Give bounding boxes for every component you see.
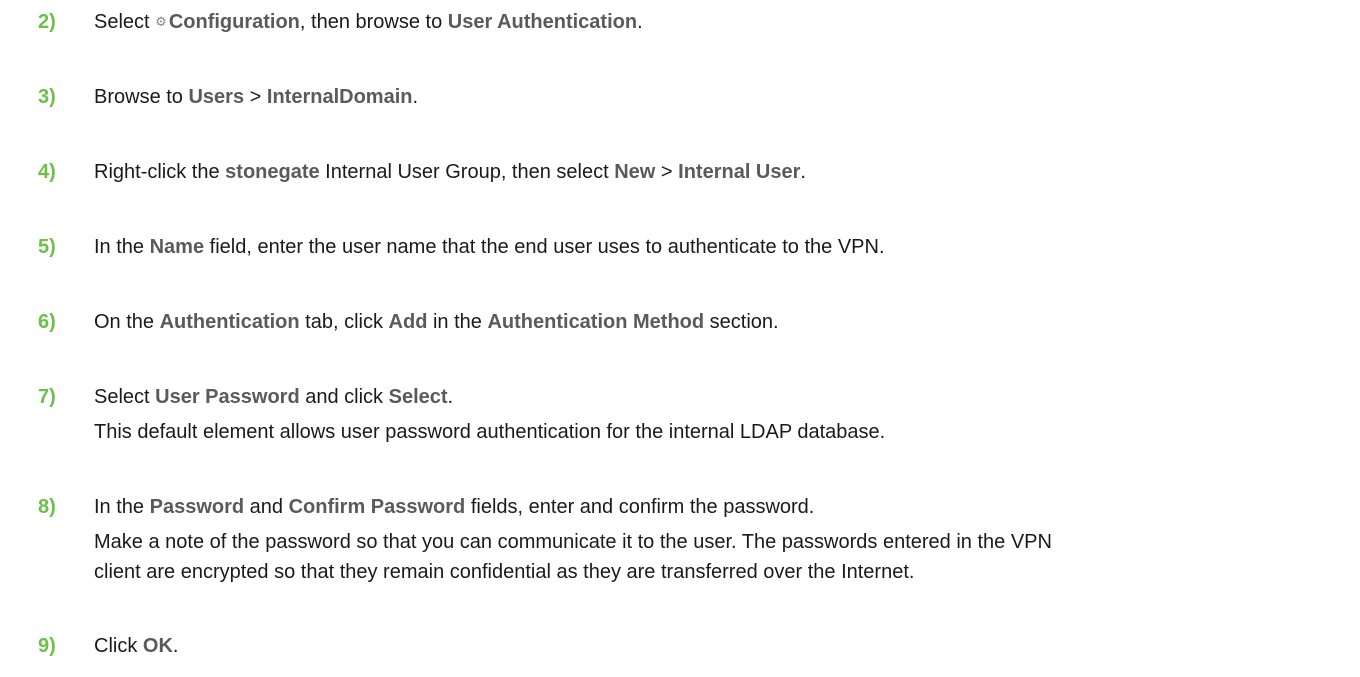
- step-number: 3): [38, 86, 56, 108]
- step-text: Click OK.: [94, 631, 178, 661]
- step-text: In the Password and Confirm Password fie…: [94, 492, 814, 522]
- step-number: 9): [38, 635, 56, 657]
- ui-term-add: Add: [388, 311, 428, 333]
- step-number: 4): [38, 161, 56, 183]
- text: Internal User Group, then select: [319, 161, 615, 183]
- ui-term-internal-domain: InternalDomain: [266, 86, 413, 108]
- text: .: [412, 86, 419, 108]
- ui-term-user-password: User Password: [155, 386, 300, 408]
- step-number: 7): [38, 386, 56, 408]
- step-note-line-1: Make a note of the password so that you …: [94, 531, 1052, 553]
- text: .: [172, 635, 179, 657]
- step-number: 5): [38, 236, 56, 258]
- text: >: [244, 86, 267, 108]
- step-text: Right-click the stonegate Internal User …: [94, 157, 806, 187]
- ui-term-ok: OK: [142, 635, 173, 657]
- text: Select: [94, 11, 156, 33]
- text: tab, click: [299, 311, 389, 333]
- step-number: 6): [38, 311, 56, 333]
- ui-term-confirm-password: Confirm Password: [288, 496, 466, 518]
- text: .: [800, 161, 806, 183]
- text: .: [637, 11, 643, 33]
- ui-term-configuration: Configuration: [168, 11, 300, 33]
- ui-term-select: Select: [388, 386, 448, 408]
- ui-term-password: Password: [149, 496, 245, 518]
- ui-term-stonegate: stonegate: [225, 161, 320, 183]
- step-note: This default element allows user passwor…: [94, 421, 886, 443]
- text: Right-click the: [94, 161, 226, 183]
- ui-term-users: Users: [188, 86, 245, 108]
- ui-term-internal-user: Internal User: [678, 161, 801, 183]
- step-number: 2): [38, 11, 56, 33]
- step-number: 8): [38, 496, 56, 518]
- text: and click: [299, 386, 389, 408]
- text: section.: [704, 311, 779, 333]
- ui-term-name: Name: [149, 236, 205, 258]
- text: , then browse to: [299, 11, 448, 33]
- ui-term-authentication-method: Authentication Method: [487, 311, 705, 333]
- text: In the: [94, 236, 150, 258]
- step-text: On the Authentication tab, click Add in …: [94, 307, 779, 337]
- step-text: Browse to Users > InternalDomain.: [94, 82, 418, 112]
- text: In the: [94, 496, 150, 518]
- text: Browse to: [94, 86, 189, 108]
- step-text: In the Name field, enter the user name t…: [94, 232, 885, 262]
- step-text: Select ⚙ Configuration, then browse to Us…: [94, 7, 643, 37]
- step-note-line-2: client are encrypted so that they remain…: [94, 561, 915, 583]
- text: On the: [94, 311, 160, 333]
- text: Select: [94, 386, 156, 408]
- text: >: [655, 161, 679, 183]
- ui-term-new: New: [614, 161, 656, 183]
- text: in the: [427, 311, 488, 333]
- ui-term-authentication: Authentication: [159, 311, 300, 333]
- text: Click: [94, 635, 143, 657]
- text: .: [447, 386, 454, 408]
- text: and: [244, 496, 289, 518]
- step-text: Select User Password and click Select.: [94, 382, 453, 412]
- text: field, enter the user name that the end …: [204, 236, 885, 258]
- ui-term-user-authentication: User Authentication: [447, 11, 638, 33]
- text: fields, enter and confirm the password.: [465, 496, 815, 518]
- gear-icon: ⚙: [155, 14, 167, 29]
